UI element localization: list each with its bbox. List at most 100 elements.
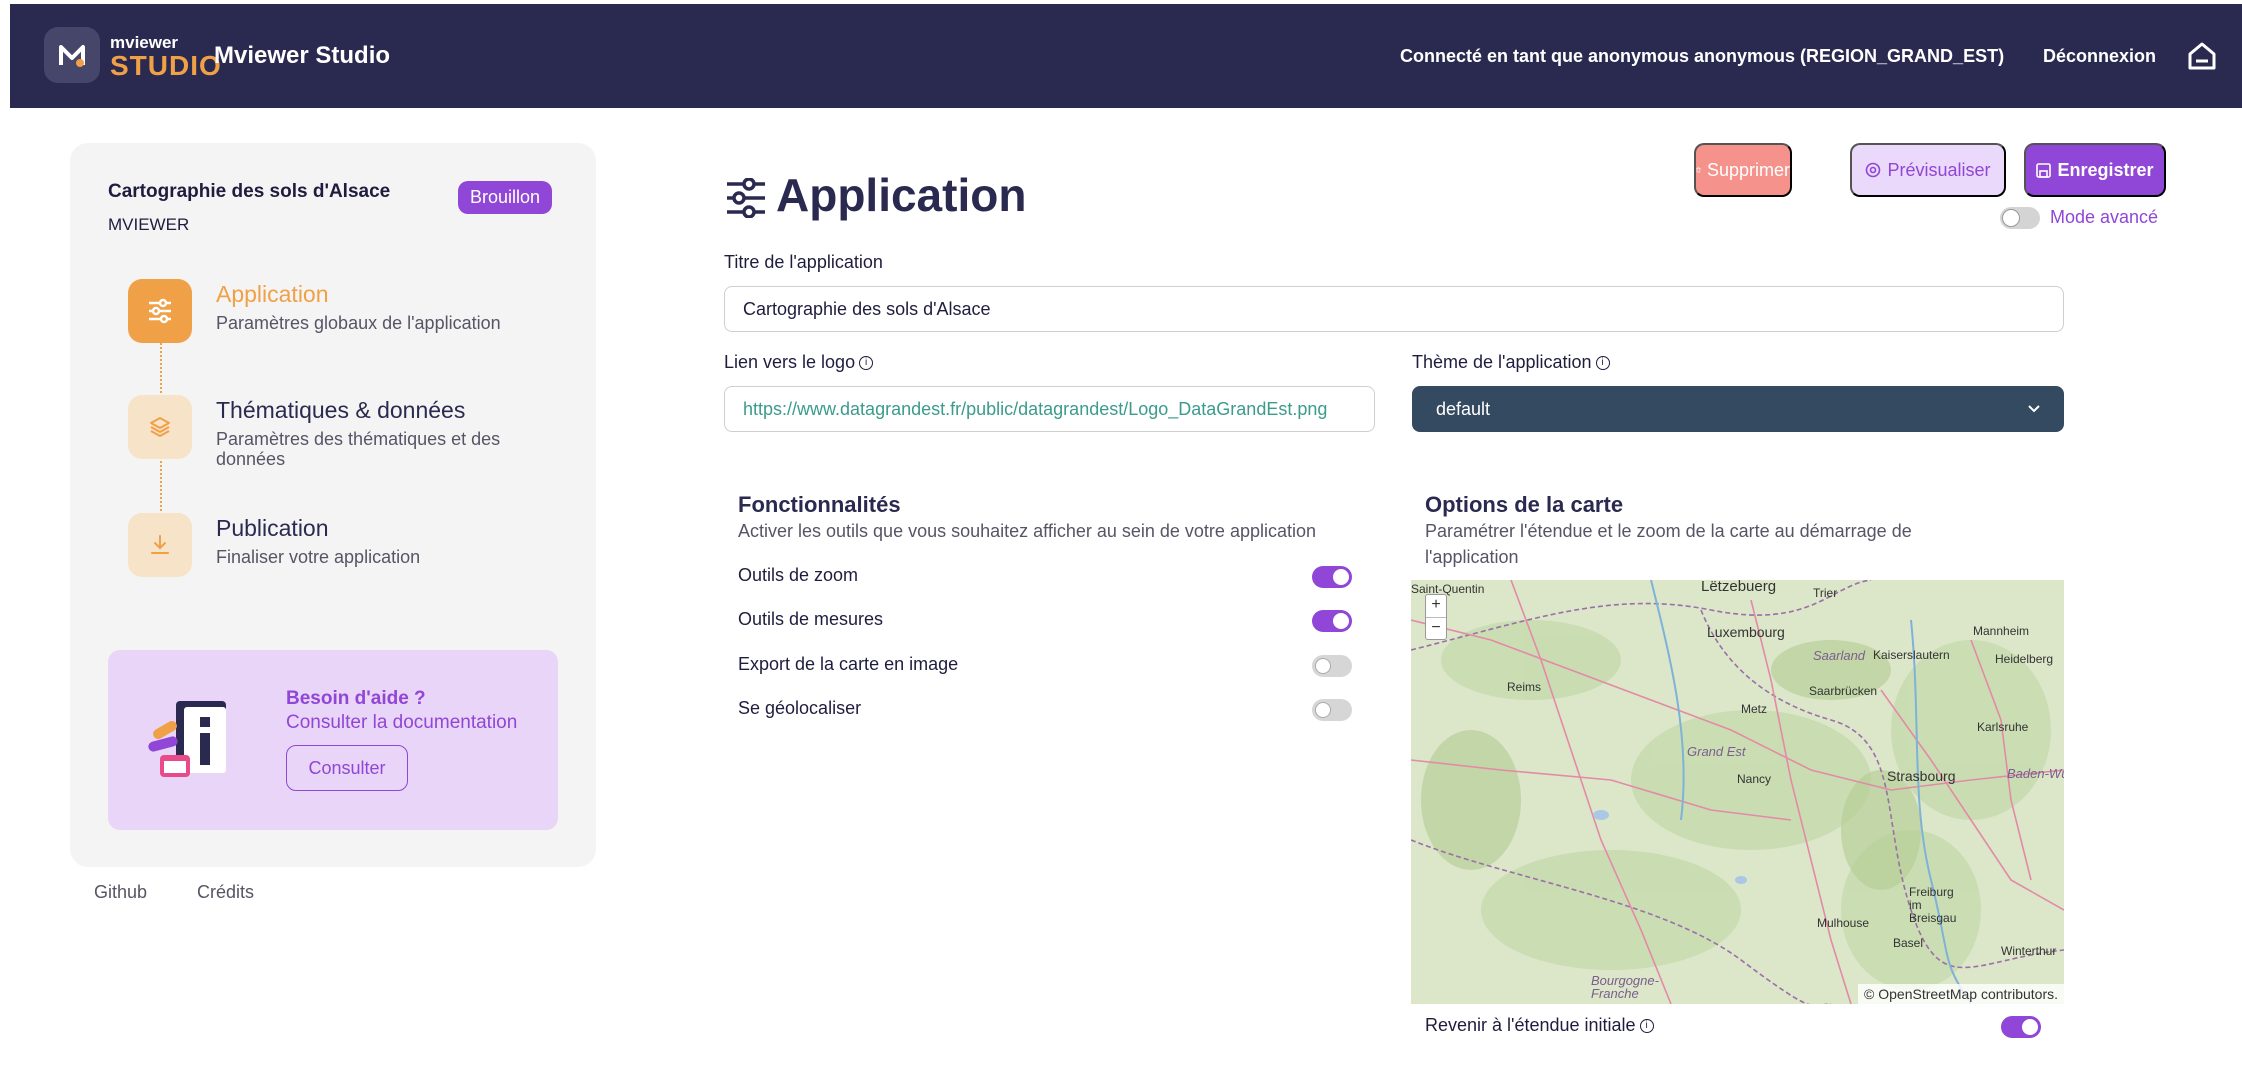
map-options-description: Paramétrer l'étendue et le zoom de la ca… [1425,521,1912,567]
theme-label-text: Thème de l'application [1412,352,1592,372]
zoom-out-button[interactable]: − [1426,617,1446,639]
step-title: Thématiques & données [216,397,466,423]
logo-mark-icon [59,45,85,67]
step-connector [160,461,162,511]
trash-icon [1696,167,1701,173]
map-zoom-control: + − [1425,594,1447,640]
logo-text-big: STUDIO [110,50,222,81]
geolocate-toggle[interactable] [1312,699,1352,721]
connected-user: Connecté en tant que anonymous anonymous… [1400,46,2005,66]
step-connector [160,343,162,393]
title-input[interactable]: Cartographie des sols d'Alsace [724,286,2064,332]
documentation-illustration-icon [148,701,226,777]
measure-tools-toggle[interactable] [1312,610,1352,632]
home-icon[interactable] [2186,40,2218,72]
consult-button[interactable]: Consulter [286,745,408,791]
map-view[interactable]: + − Saint-Quentin Lëtzebuerg Trier Luxem… [1411,580,2064,1004]
map-label: Bourgogne-Franche [1591,973,1659,1001]
logo-url-input[interactable]: https://www.datagrandest.fr/public/datag… [724,386,1375,432]
map-attribution[interactable]: © OpenStreetMap contributors. [1858,984,2064,1004]
project-title: Cartographie des sols d'Alsace [108,181,391,202]
step-description: Paramètres globaux de l'application [216,313,501,333]
reset-extent-toggle[interactable] [2001,1016,2041,1038]
map-label: Winterthur [2001,944,2057,958]
credits-link[interactable]: Crédits [197,882,254,903]
map-label: Nancy [1737,772,1772,786]
step-description: Paramètres des thématiques et des donnée… [216,429,501,469]
download-icon [128,513,192,577]
map-label: Trier [1813,586,1838,600]
sidebar: Cartographie des sols d'Alsace MVIEWER B… [70,143,596,867]
help-subtitle: Consulter la documentation [286,712,518,733]
map-label: Saarbrücken [1809,684,1878,698]
feature-label: Export de la carte en image [738,654,959,674]
step-title: Publication [216,515,329,541]
map-label: Metz [1741,702,1768,716]
map-label: Freiburg im Breisgau [1909,885,1957,925]
sliders-icon [727,178,765,218]
step-application[interactable]: Application Paramètres globaux de l'appl… [128,279,548,343]
map-label: Baden-Wü [2007,766,2064,781]
save-icon [2036,162,2052,178]
preview-label: Prévisualiser [1887,159,1991,180]
top-bar: mviewer STUDIO Mviewer Studio Connecté e… [10,4,2242,108]
map-label: Saint-Quentin [1411,582,1485,596]
feature-label: Se géolocaliser [738,698,862,718]
help-title: Besoin d'aide ? [286,688,426,709]
zoom-tools-toggle[interactable] [1312,566,1352,588]
map-label: Basel [1893,936,1924,950]
map-label: Kaiserslautern [1873,648,1950,662]
features-title: Fonctionnalités [738,492,901,517]
info-icon[interactable]: i [1639,1019,1654,1034]
step-description: Finaliser votre application [216,547,421,567]
app-name: Mviewer Studio [214,42,391,69]
features-description: Activer les outils que vous souhaitez af… [738,521,1317,541]
status-badge: Brouillon [458,181,553,214]
help-box: Besoin d'aide ? Consulter la documentati… [108,650,558,830]
map-label: Reims [1507,680,1542,694]
zoom-in-button[interactable]: + [1426,595,1446,617]
reset-extent-text: Revenir à l'étendue initiale [1425,1015,1636,1035]
theme-select-value: default [1436,398,1491,419]
map-options-title: Options de la carte [1425,492,1624,517]
theme-field-label: Thème de l'application i [1412,352,1610,373]
map-background [1411,580,2064,1004]
project-type: MVIEWER [108,215,190,234]
logo-label-text: Lien vers le logo [724,352,856,372]
map-label: Saarland [1813,648,1866,663]
map-label: Grand Est [1687,744,1746,759]
theme-select[interactable]: default [1412,386,2064,432]
step-thematiques[interactable]: Thématiques & données Paramètres des thé… [128,395,548,469]
advanced-mode-toggle[interactable] [2000,207,2040,229]
info-icon[interactable]: i [859,356,874,371]
preview-button[interactable]: Prévisualiser [1850,143,2006,197]
export-image-toggle[interactable] [1312,655,1352,677]
delete-label: Supprimer [1706,159,1790,180]
delete-button[interactable]: Supprimer [1694,143,1792,197]
feature-label: Outils de mesures [738,609,884,629]
map-label: Mannheim [1973,624,2030,638]
step-publication[interactable]: Publication Finaliser votre application [128,513,548,577]
feature-label: Outils de zoom [738,565,859,585]
advanced-mode-label: Mode avancé [2050,207,2159,227]
reset-extent-label: Revenir à l'étendue initiale i [1425,1015,1654,1036]
logo-field-label: Lien vers le logo i [724,352,874,373]
map-label: Karlsruhe [1977,720,2029,734]
mviewer-logo[interactable] [44,27,100,83]
title-field-label: Titre de l'application [724,252,883,272]
layers-icon [128,395,192,459]
chevron-down-icon [2028,405,2040,413]
github-link[interactable]: Github [94,882,147,903]
map-label: Luxembourg [1707,624,1785,640]
map-label: Mulhouse [1817,916,1870,930]
save-button[interactable]: Enregistrer [2024,143,2166,197]
save-label: Enregistrer [2057,159,2154,180]
map-label: Heidelberg [1995,652,2054,666]
eye-icon [1866,162,1881,178]
map-label: Lëtzebuerg [1701,580,1777,595]
step-title: Application [216,281,329,307]
info-icon[interactable]: i [1595,356,1610,371]
logo-text-small: mviewer [110,33,179,52]
logout-link[interactable]: Déconnexion [2043,46,2156,67]
map-label: Strasbourg [1887,768,1956,784]
